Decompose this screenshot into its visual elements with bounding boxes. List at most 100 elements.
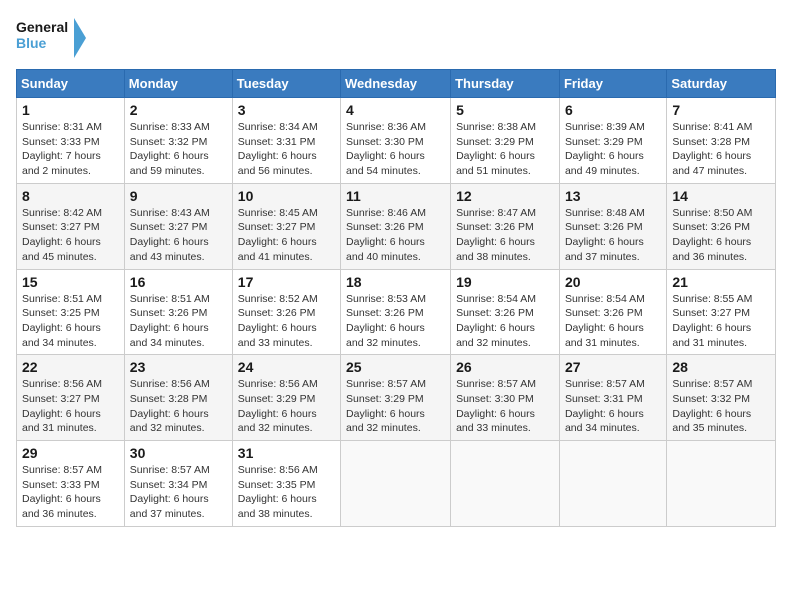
day-info: Sunrise: 8:51 AMSunset: 3:25 PMDaylight:… (22, 293, 102, 349)
calendar-cell (559, 441, 666, 527)
calendar-cell: 23 Sunrise: 8:56 AMSunset: 3:28 PMDaylig… (124, 355, 232, 441)
day-number: 31 (238, 445, 335, 461)
day-info: Sunrise: 8:53 AMSunset: 3:26 PMDaylight:… (346, 293, 426, 349)
calendar-cell: 25 Sunrise: 8:57 AMSunset: 3:29 PMDaylig… (341, 355, 451, 441)
svg-text:Blue: Blue (16, 35, 47, 51)
header-wednesday: Wednesday (341, 70, 451, 98)
day-info: Sunrise: 8:57 AMSunset: 3:32 PMDaylight:… (672, 378, 752, 434)
day-info: Sunrise: 8:56 AMSunset: 3:29 PMDaylight:… (238, 378, 318, 434)
calendar-cell: 24 Sunrise: 8:56 AMSunset: 3:29 PMDaylig… (232, 355, 340, 441)
header-saturday: Saturday (667, 70, 776, 98)
calendar-cell: 9 Sunrise: 8:43 AMSunset: 3:27 PMDayligh… (124, 183, 232, 269)
calendar-cell: 15 Sunrise: 8:51 AMSunset: 3:25 PMDaylig… (17, 269, 125, 355)
day-info: Sunrise: 8:57 AMSunset: 3:31 PMDaylight:… (565, 378, 645, 434)
day-number: 13 (565, 188, 661, 204)
header-sunday: Sunday (17, 70, 125, 98)
day-number: 18 (346, 274, 445, 290)
logo: General Blue (16, 16, 86, 61)
header-thursday: Thursday (451, 70, 560, 98)
day-number: 3 (238, 102, 335, 118)
day-number: 5 (456, 102, 554, 118)
logo-svg: General Blue (16, 16, 86, 61)
day-number: 21 (672, 274, 770, 290)
svg-text:General: General (16, 19, 68, 35)
day-number: 6 (565, 102, 661, 118)
calendar-cell: 17 Sunrise: 8:52 AMSunset: 3:26 PMDaylig… (232, 269, 340, 355)
day-number: 26 (456, 359, 554, 375)
calendar-cell: 4 Sunrise: 8:36 AMSunset: 3:30 PMDayligh… (341, 98, 451, 184)
calendar-table: SundayMondayTuesdayWednesdayThursdayFrid… (16, 69, 776, 527)
calendar-cell: 27 Sunrise: 8:57 AMSunset: 3:31 PMDaylig… (559, 355, 666, 441)
day-info: Sunrise: 8:39 AMSunset: 3:29 PMDaylight:… (565, 121, 645, 177)
day-number: 29 (22, 445, 119, 461)
calendar-body: 1 Sunrise: 8:31 AMSunset: 3:33 PMDayligh… (17, 98, 776, 527)
calendar-cell: 21 Sunrise: 8:55 AMSunset: 3:27 PMDaylig… (667, 269, 776, 355)
day-info: Sunrise: 8:31 AMSunset: 3:33 PMDaylight:… (22, 121, 102, 177)
day-info: Sunrise: 8:45 AMSunset: 3:27 PMDaylight:… (238, 207, 318, 263)
calendar-cell: 1 Sunrise: 8:31 AMSunset: 3:33 PMDayligh… (17, 98, 125, 184)
day-info: Sunrise: 8:56 AMSunset: 3:27 PMDaylight:… (22, 378, 102, 434)
day-number: 1 (22, 102, 119, 118)
day-info: Sunrise: 8:36 AMSunset: 3:30 PMDaylight:… (346, 121, 426, 177)
calendar-cell: 5 Sunrise: 8:38 AMSunset: 3:29 PMDayligh… (451, 98, 560, 184)
day-info: Sunrise: 8:51 AMSunset: 3:26 PMDaylight:… (130, 293, 210, 349)
calendar-week-5: 29 Sunrise: 8:57 AMSunset: 3:33 PMDaylig… (17, 441, 776, 527)
day-number: 2 (130, 102, 227, 118)
day-info: Sunrise: 8:57 AMSunset: 3:33 PMDaylight:… (22, 464, 102, 520)
day-number: 20 (565, 274, 661, 290)
calendar-header: SundayMondayTuesdayWednesdayThursdayFrid… (17, 70, 776, 98)
header-monday: Monday (124, 70, 232, 98)
calendar-cell: 20 Sunrise: 8:54 AMSunset: 3:26 PMDaylig… (559, 269, 666, 355)
calendar-cell: 22 Sunrise: 8:56 AMSunset: 3:27 PMDaylig… (17, 355, 125, 441)
calendar-cell (667, 441, 776, 527)
calendar-cell: 10 Sunrise: 8:45 AMSunset: 3:27 PMDaylig… (232, 183, 340, 269)
calendar-cell: 3 Sunrise: 8:34 AMSunset: 3:31 PMDayligh… (232, 98, 340, 184)
header-tuesday: Tuesday (232, 70, 340, 98)
day-info: Sunrise: 8:57 AMSunset: 3:29 PMDaylight:… (346, 378, 426, 434)
calendar-cell: 8 Sunrise: 8:42 AMSunset: 3:27 PMDayligh… (17, 183, 125, 269)
calendar-week-3: 15 Sunrise: 8:51 AMSunset: 3:25 PMDaylig… (17, 269, 776, 355)
calendar-cell: 28 Sunrise: 8:57 AMSunset: 3:32 PMDaylig… (667, 355, 776, 441)
day-info: Sunrise: 8:33 AMSunset: 3:32 PMDaylight:… (130, 121, 210, 177)
calendar-cell: 14 Sunrise: 8:50 AMSunset: 3:26 PMDaylig… (667, 183, 776, 269)
calendar-cell: 2 Sunrise: 8:33 AMSunset: 3:32 PMDayligh… (124, 98, 232, 184)
day-info: Sunrise: 8:46 AMSunset: 3:26 PMDaylight:… (346, 207, 426, 263)
day-info: Sunrise: 8:56 AMSunset: 3:35 PMDaylight:… (238, 464, 318, 520)
calendar-cell: 16 Sunrise: 8:51 AMSunset: 3:26 PMDaylig… (124, 269, 232, 355)
day-number: 23 (130, 359, 227, 375)
calendar-cell: 29 Sunrise: 8:57 AMSunset: 3:33 PMDaylig… (17, 441, 125, 527)
day-number: 16 (130, 274, 227, 290)
calendar-week-1: 1 Sunrise: 8:31 AMSunset: 3:33 PMDayligh… (17, 98, 776, 184)
day-info: Sunrise: 8:57 AMSunset: 3:30 PMDaylight:… (456, 378, 536, 434)
day-info: Sunrise: 8:38 AMSunset: 3:29 PMDaylight:… (456, 121, 536, 177)
calendar-cell: 30 Sunrise: 8:57 AMSunset: 3:34 PMDaylig… (124, 441, 232, 527)
day-info: Sunrise: 8:50 AMSunset: 3:26 PMDaylight:… (672, 207, 752, 263)
calendar-cell: 13 Sunrise: 8:48 AMSunset: 3:26 PMDaylig… (559, 183, 666, 269)
day-number: 9 (130, 188, 227, 204)
day-info: Sunrise: 8:41 AMSunset: 3:28 PMDaylight:… (672, 121, 752, 177)
calendar-week-4: 22 Sunrise: 8:56 AMSunset: 3:27 PMDaylig… (17, 355, 776, 441)
day-number: 15 (22, 274, 119, 290)
calendar-cell (341, 441, 451, 527)
day-number: 12 (456, 188, 554, 204)
calendar-cell: 26 Sunrise: 8:57 AMSunset: 3:30 PMDaylig… (451, 355, 560, 441)
day-number: 7 (672, 102, 770, 118)
day-info: Sunrise: 8:42 AMSunset: 3:27 PMDaylight:… (22, 207, 102, 263)
day-number: 8 (22, 188, 119, 204)
calendar-cell: 31 Sunrise: 8:56 AMSunset: 3:35 PMDaylig… (232, 441, 340, 527)
page-header: General Blue (16, 16, 776, 61)
day-number: 28 (672, 359, 770, 375)
day-number: 22 (22, 359, 119, 375)
day-number: 17 (238, 274, 335, 290)
day-info: Sunrise: 8:54 AMSunset: 3:26 PMDaylight:… (456, 293, 536, 349)
day-number: 19 (456, 274, 554, 290)
day-number: 10 (238, 188, 335, 204)
day-info: Sunrise: 8:54 AMSunset: 3:26 PMDaylight:… (565, 293, 645, 349)
day-info: Sunrise: 8:43 AMSunset: 3:27 PMDaylight:… (130, 207, 210, 263)
day-info: Sunrise: 8:47 AMSunset: 3:26 PMDaylight:… (456, 207, 536, 263)
day-number: 27 (565, 359, 661, 375)
day-info: Sunrise: 8:57 AMSunset: 3:34 PMDaylight:… (130, 464, 210, 520)
calendar-cell: 11 Sunrise: 8:46 AMSunset: 3:26 PMDaylig… (341, 183, 451, 269)
day-info: Sunrise: 8:34 AMSunset: 3:31 PMDaylight:… (238, 121, 318, 177)
day-number: 11 (346, 188, 445, 204)
